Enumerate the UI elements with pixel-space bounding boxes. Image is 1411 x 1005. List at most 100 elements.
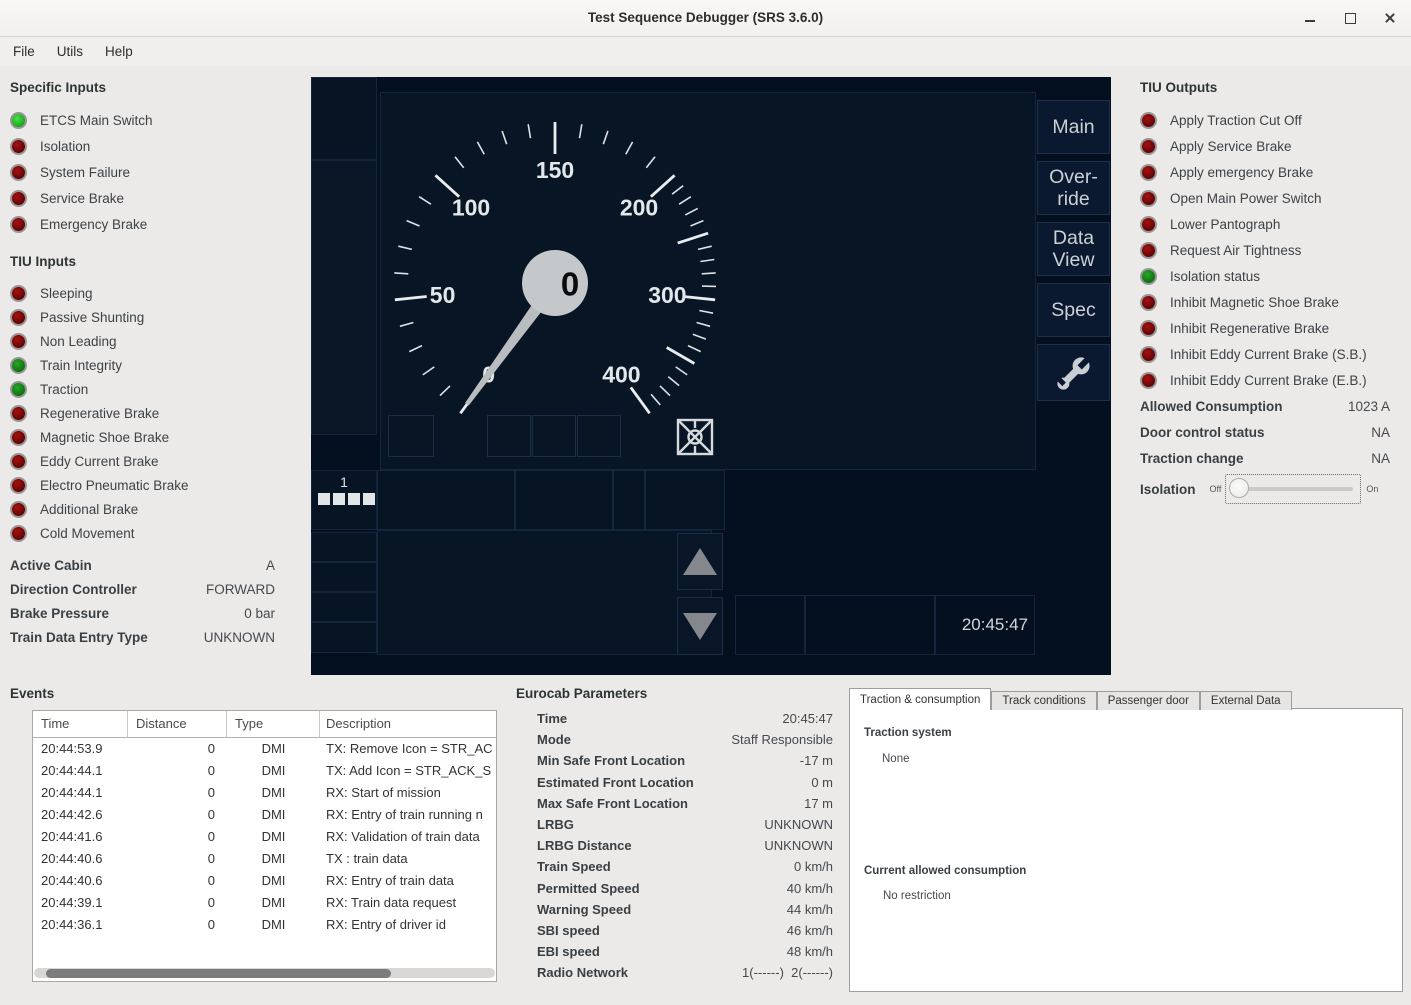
tab-traction-consumption[interactable]: Traction & consumption — [849, 688, 991, 710]
events-column-distance[interactable]: Distance — [128, 711, 227, 737]
led-indicator[interactable] — [10, 405, 27, 422]
led-indicator[interactable] — [10, 477, 27, 494]
events-title: Events — [10, 686, 54, 701]
tab-passenger-door[interactable]: Passenger door — [1097, 691, 1200, 710]
dmi-clock: 20:45:47 — [935, 595, 1035, 655]
event-row[interactable]: 20:44:41.60DMIRX: Validation of train da… — [33, 826, 496, 848]
dmi-button-over-ride[interactable]: Over- ride — [1037, 161, 1110, 215]
mode-symbol-box — [674, 416, 716, 458]
led-indicator[interactable] — [10, 357, 27, 374]
traction-consumption-tab-content: Traction system None Current allowed con… — [849, 708, 1403, 992]
event-cell: RX: Entry of train data — [320, 870, 496, 892]
event-cell: DMI — [227, 826, 320, 848]
event-row[interactable]: 20:44:36.10DMIRX: Entry of driver id — [33, 914, 496, 936]
field-label: Estimated Front Location — [537, 775, 694, 790]
isolation-label: Isolation — [1140, 482, 1196, 497]
allowed-consumption-heading: Current allowed consumption — [864, 865, 1026, 877]
led-indicator[interactable] — [10, 309, 27, 326]
led-indicator[interactable] — [10, 138, 27, 155]
led-label: Magnetic Shoe Brake — [40, 430, 169, 445]
led-indicator[interactable] — [10, 164, 27, 181]
led-label: Electro Pneumatic Brake — [40, 478, 189, 493]
field-label: Mode — [537, 732, 571, 747]
event-cell: 0 — [128, 870, 227, 892]
event-cell: DMI — [227, 848, 320, 870]
field-ebi-speed: EBI speed48 km/h — [537, 941, 833, 962]
events-table[interactable]: TimeDistanceTypeDescription 20:44:53.90D… — [32, 710, 497, 982]
maximize-button[interactable] — [1343, 11, 1357, 25]
led-item-eddy-current-brake: Eddy Current Brake — [10, 449, 300, 473]
event-row[interactable]: 20:44:44.10DMITX: Add Icon = STR_ACK_S — [33, 760, 496, 782]
field-value: 17 m — [804, 796, 833, 811]
events-scrollbar-thumb[interactable] — [46, 969, 391, 978]
up-arrow-icon — [683, 548, 717, 575]
event-cell: TX: Remove Icon = STR_AC — [320, 738, 496, 760]
led-indicator — [1140, 320, 1157, 337]
event-cell: RX: Validation of train data — [320, 826, 496, 848]
dmi-cell — [311, 592, 377, 622]
field-estimated-front-location: Estimated Front Location0 m — [537, 772, 833, 793]
dmi-button-main[interactable]: Main — [1037, 100, 1110, 154]
event-cell: RX: Start of mission — [320, 782, 496, 804]
dmi-cell — [805, 595, 935, 655]
minimize-button[interactable] — [1303, 11, 1317, 25]
dmi-cell — [377, 470, 515, 530]
led-indicator[interactable] — [10, 216, 27, 233]
led-indicator — [1140, 138, 1157, 155]
tab-external-data[interactable]: External Data — [1200, 691, 1292, 710]
led-item-isolation-status: Isolation status — [1140, 263, 1390, 289]
isolation-slider-thumb[interactable] — [1229, 478, 1249, 498]
events-column-description[interactable]: Description — [320, 711, 496, 737]
field-label: Radio Network — [537, 965, 628, 980]
led-indicator — [1140, 242, 1157, 259]
led-indicator — [1140, 216, 1157, 233]
led-item-apply-emergency-brake: Apply emergency Brake — [1140, 159, 1390, 185]
close-button[interactable] — [1383, 11, 1397, 25]
scroll-down-button[interactable] — [677, 597, 723, 655]
field-value: -17 m — [800, 753, 833, 768]
led-indicator[interactable] — [10, 333, 27, 350]
inputs-panel: Specific Inputs ETCS Main SwitchIsolatio… — [10, 80, 300, 649]
field-label: Traction change — [1140, 451, 1244, 466]
events-horizontal-scrollbar[interactable] — [34, 968, 495, 978]
events-column-time[interactable]: Time — [33, 711, 128, 737]
led-indicator[interactable] — [10, 501, 27, 518]
maximize-icon — [1345, 13, 1356, 24]
led-item-open-main-power-switch: Open Main Power Switch — [1140, 185, 1390, 211]
field-max-safe-front-location: Max Safe Front Location17 m — [537, 793, 833, 814]
menu-help[interactable]: Help — [94, 37, 144, 66]
field-value: 20:45:47 — [782, 711, 833, 726]
isolation-slider[interactable] — [1225, 474, 1361, 504]
led-indicator[interactable] — [10, 429, 27, 446]
led-indicator[interactable] — [10, 285, 27, 302]
menu-utils[interactable]: Utils — [46, 37, 94, 66]
led-indicator[interactable] — [10, 190, 27, 207]
events-column-type[interactable]: Type — [227, 711, 320, 737]
led-item-lower-pantograph: Lower Pantograph — [1140, 211, 1390, 237]
event-cell: DMI — [227, 782, 320, 804]
dmi-button-spec[interactable]: Spec — [1037, 283, 1110, 337]
led-indicator[interactable] — [10, 381, 27, 398]
menu-file[interactable]: File — [2, 37, 46, 66]
led-label: Isolation — [40, 139, 90, 154]
tiu-outputs-panel: TIU Outputs Apply Traction Cut OffApply … — [1140, 80, 1390, 505]
led-indicator[interactable] — [10, 525, 27, 542]
event-row[interactable]: 20:44:40.60DMIRX: Entry of train data — [33, 870, 496, 892]
dmi-settings-button[interactable] — [1037, 344, 1110, 401]
field-value: 40 km/h — [787, 881, 833, 896]
led-item-magnetic-shoe-brake: Magnetic Shoe Brake — [10, 425, 300, 449]
event-row[interactable]: 20:44:40.60DMITX : train data — [33, 848, 496, 870]
led-label: Inhibit Eddy Current Brake (E.B.) — [1170, 373, 1367, 388]
svg-text:100: 100 — [452, 194, 490, 220]
event-cell: RX: Entry of train running n — [320, 804, 496, 826]
led-indicator[interactable] — [10, 453, 27, 470]
scroll-up-button[interactable] — [677, 533, 723, 590]
led-item-emergency-brake: Emergency Brake — [10, 211, 300, 237]
led-indicator[interactable] — [10, 112, 27, 129]
event-row[interactable]: 20:44:53.90DMITX: Remove Icon = STR_AC — [33, 738, 496, 760]
event-row[interactable]: 20:44:44.10DMIRX: Start of mission — [33, 782, 496, 804]
event-row[interactable]: 20:44:42.60DMIRX: Entry of train running… — [33, 804, 496, 826]
event-row[interactable]: 20:44:39.10DMIRX: Train data request — [33, 892, 496, 914]
tab-track-conditions[interactable]: Track conditions — [991, 691, 1096, 710]
dmi-button-data-view[interactable]: Data View — [1037, 222, 1110, 276]
